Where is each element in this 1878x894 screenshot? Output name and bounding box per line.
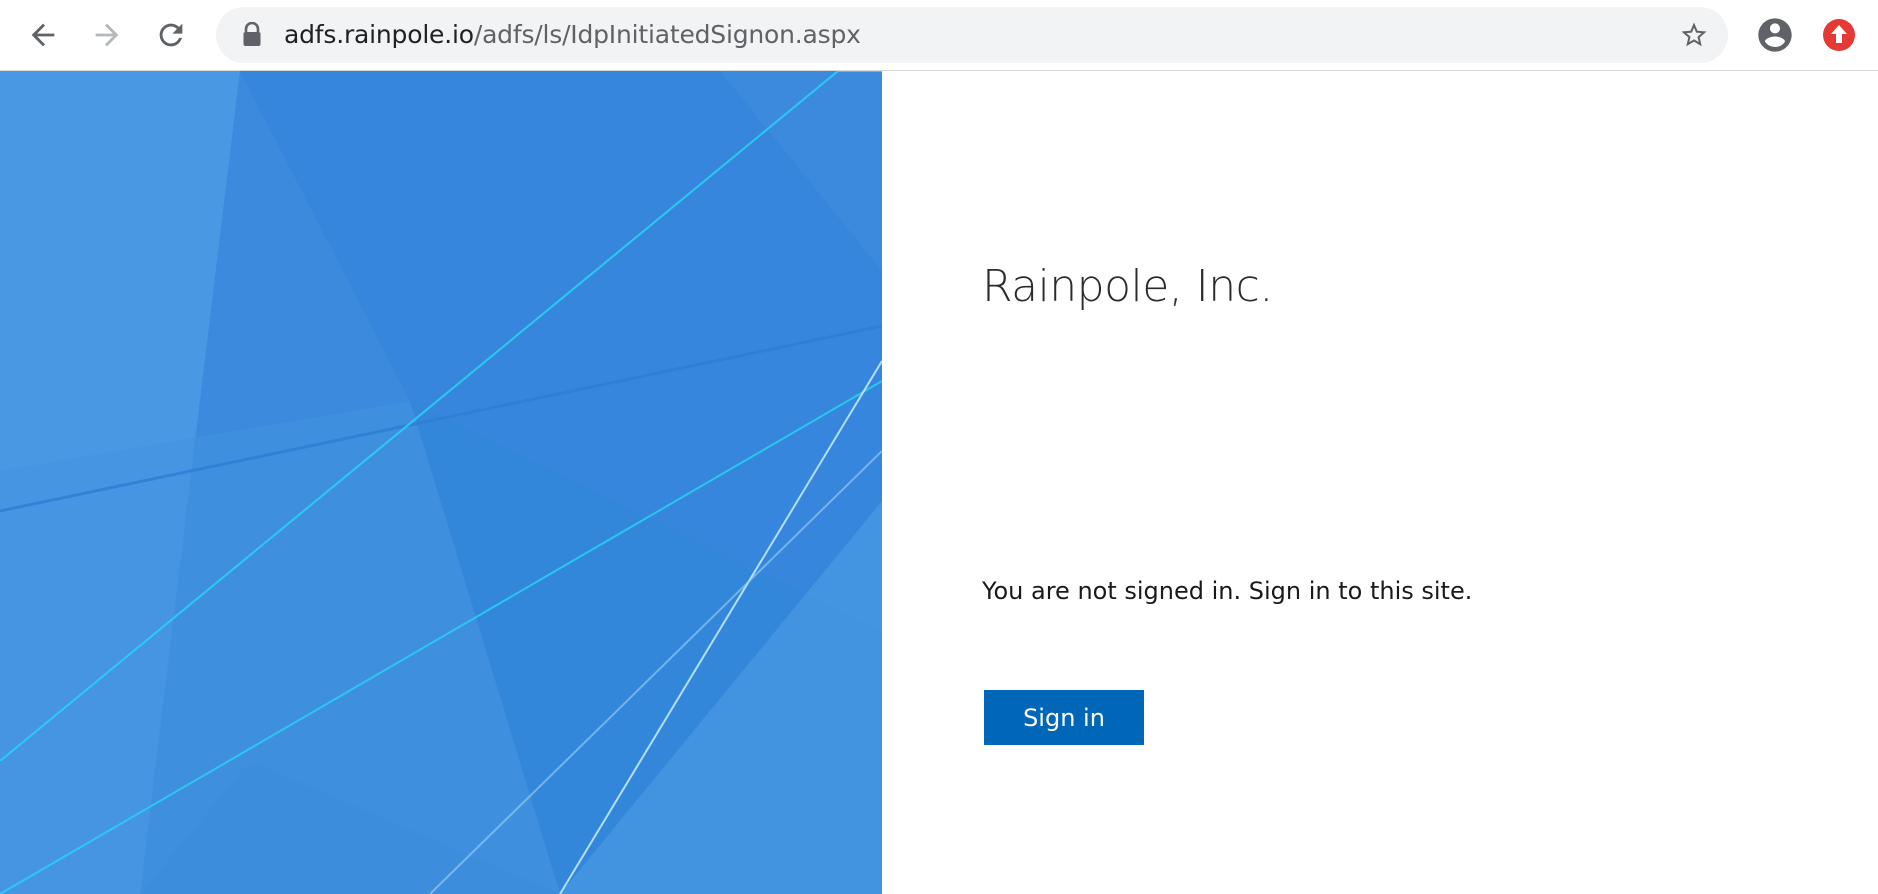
star-icon — [1681, 22, 1707, 47]
reload-button[interactable] — [146, 10, 196, 60]
extension-button[interactable] — [1814, 10, 1864, 60]
sign-in-illustration — [0, 71, 882, 894]
url-path: /adfs/ls/IdpInitiatedSignon.aspx — [473, 20, 861, 49]
sign-in-panel: Rainpole, Inc. You are not signed in. Si… — [882, 71, 1878, 894]
sign-in-button[interactable]: Sign in — [984, 690, 1144, 745]
reload-icon — [159, 23, 183, 47]
url-host: adfs.rainpole.io — [284, 20, 474, 49]
forward-button[interactable] — [82, 10, 132, 60]
arrow-right-icon — [95, 23, 119, 47]
company-name: Rainpole, Inc. — [982, 261, 1273, 312]
profile-button[interactable] — [1750, 10, 1800, 60]
browser-toolbar: adfs.rainpole.io/adfs/ls/IdpInitiatedSig… — [0, 0, 1878, 71]
sign-in-message: You are not signed in. Sign in to this s… — [982, 577, 1473, 605]
address-bar[interactable]: adfs.rainpole.io/adfs/ls/IdpInitiatedSig… — [216, 7, 1728, 63]
arrow-left-icon — [31, 23, 55, 47]
lock-icon — [242, 21, 262, 52]
back-button[interactable] — [18, 10, 68, 60]
background-illustration — [0, 71, 882, 894]
upload-badge-icon — [1823, 19, 1855, 51]
account-circle-icon — [1758, 18, 1792, 52]
url-text[interactable]: adfs.rainpole.io/adfs/ls/IdpInitiatedSig… — [284, 7, 861, 63]
bookmark-star-button[interactable] — [1674, 15, 1714, 55]
